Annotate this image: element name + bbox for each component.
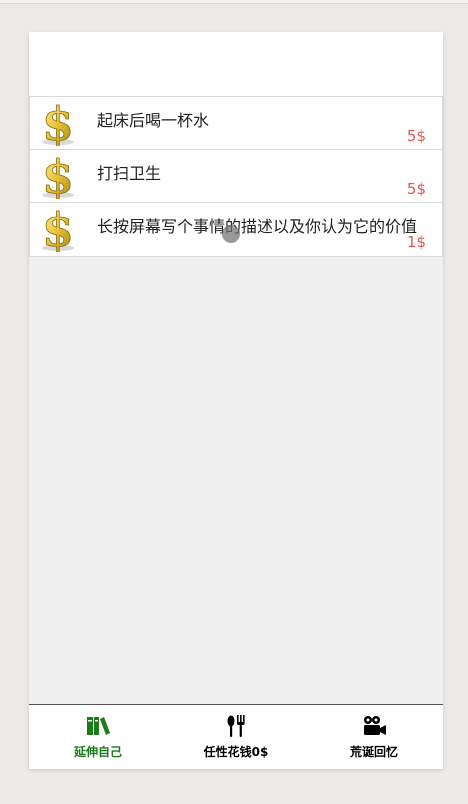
dollar-coin-icon: $: [42, 100, 75, 146]
app-screen: $ 起床后喝一杯水 5$ $ 打扫卫生 5$ $ 长按屏幕写个事情的描述以及你认…: [29, 32, 443, 769]
list-item[interactable]: $ 打扫卫生 5$: [29, 149, 443, 202]
app-header: [29, 32, 443, 96]
dollar-coin-icon: $: [42, 206, 75, 252]
svg-text:$: $: [42, 153, 74, 199]
task-price: 5$: [406, 127, 426, 145]
tab-absurd-memories[interactable]: 荒诞回忆: [305, 705, 443, 769]
task-price: 5$: [406, 180, 426, 198]
task-title: 打扫卫生: [97, 164, 162, 183]
dollar-coin-icon: $: [42, 153, 75, 199]
task-title: 起床后喝一杯水: [97, 111, 210, 130]
svg-text:$: $: [42, 100, 74, 146]
svg-text:$: $: [42, 206, 74, 252]
tab-label: 任性花钱0$: [203, 745, 269, 759]
bottom-tab-bar: 延伸自己 任性花钱0$ 荒诞回忆: [29, 704, 443, 769]
window-top-strip: [0, 0, 468, 4]
tab-label: 延伸自己: [73, 745, 122, 759]
task-title: 长按屏幕写个事情的描述以及你认为它的价值: [97, 217, 418, 236]
tab-spend-money[interactable]: 任性花钱0$: [167, 705, 305, 769]
books-icon: [87, 717, 110, 735]
touch-indicator: [222, 225, 240, 243]
tab-extend-self[interactable]: 延伸自己: [29, 705, 167, 769]
list-item[interactable]: $ 起床后喝一杯水 5$: [29, 96, 443, 149]
task-price: 1$: [406, 233, 426, 251]
fork-knife-icon: [227, 715, 245, 737]
tab-label: 荒诞回忆: [349, 745, 398, 759]
video-camera-icon: [364, 716, 386, 735]
